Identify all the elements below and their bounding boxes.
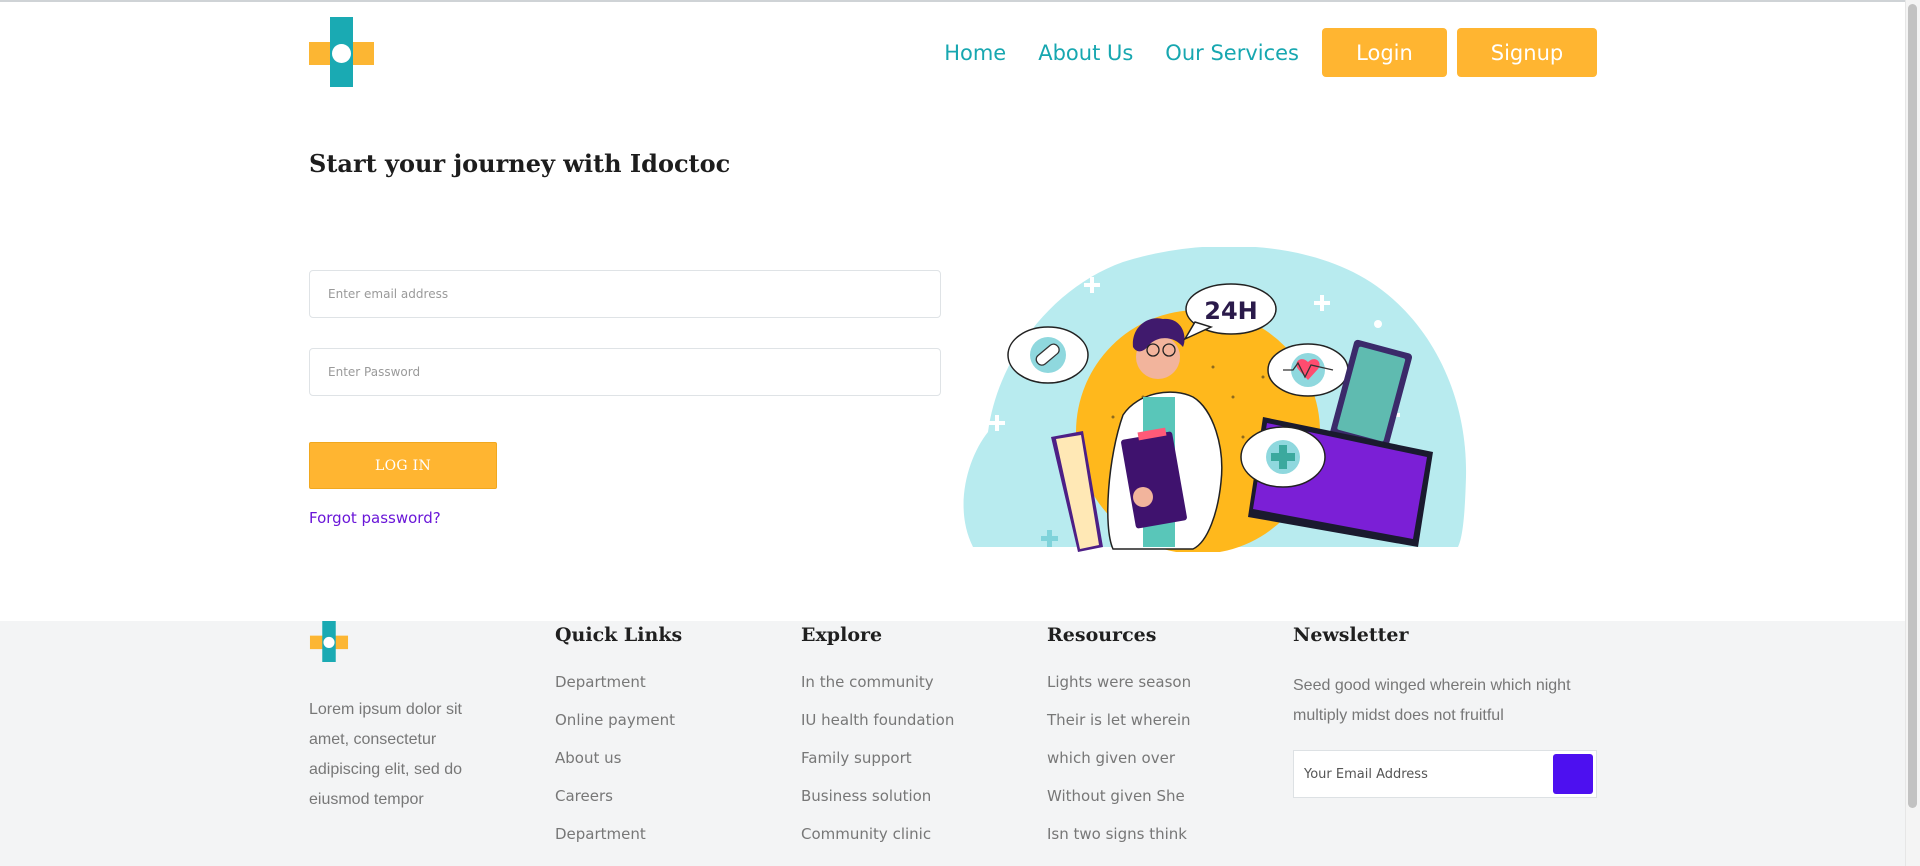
nav-home[interactable]: Home (944, 30, 1006, 76)
footer-link[interactable]: which given over (1047, 747, 1191, 785)
newsletter-text: Seed good winged wherein which night mul… (1293, 677, 1571, 724)
footer-column-title: Quick Links (555, 624, 683, 646)
signup-button[interactable]: Signup (1457, 28, 1597, 77)
footer-column-title: Resources (1047, 624, 1157, 646)
footer-logo[interactable] (309, 621, 349, 662)
doctor-illustration: 24H (963, 247, 1467, 552)
footer-link[interactable]: About us (555, 747, 682, 785)
footer-link[interactable]: Business solution (801, 785, 954, 823)
top-border (0, 0, 1920, 2)
newsletter-title: Newsletter (1293, 624, 1409, 646)
nav-our-services[interactable]: Our Services (1165, 30, 1299, 76)
footer-link[interactable]: Isn two signs think (1047, 823, 1191, 861)
footer-link[interactable]: Community clinic (801, 823, 954, 861)
footer: Lorem ipsum dolor sit amet, consectetur … (0, 621, 1920, 866)
password-field[interactable] (309, 348, 941, 396)
footer-link[interactable]: Department (555, 671, 682, 709)
nav-about-us[interactable]: About Us (1038, 30, 1133, 76)
page-title: Start your journey with Idoctoc (309, 149, 731, 178)
login-button[interactable]: Login (1322, 28, 1447, 77)
footer-newsletter: Newsletter Seed good winged wherein whic… (1293, 621, 1597, 798)
footer-column-quick-links: Quick Links Department Online payment Ab… (555, 621, 682, 861)
footer-link[interactable]: Without given She (1047, 785, 1191, 823)
newsletter-email-input[interactable] (1294, 751, 1544, 797)
forgot-password-link[interactable]: Forgot password? (309, 509, 441, 527)
idoctoc-logo[interactable] (309, 17, 374, 87)
footer-link[interactable]: Family support (801, 747, 954, 785)
footer-link[interactable]: IU health foundation (801, 709, 954, 747)
email-field[interactable] (309, 270, 941, 318)
footer-column-resources: Resources Lights were season Their is le… (1047, 621, 1191, 861)
footer-column-explore: Explore In the community IU health found… (801, 621, 954, 861)
footer-link[interactable]: Department (555, 823, 682, 861)
newsletter-submit-button[interactable] (1553, 754, 1593, 794)
main-nav: Home About Us Our Services Login Signup (944, 28, 1597, 77)
footer-column-title: Explore (801, 624, 883, 646)
vertical-scrollbar[interactable] (1905, 0, 1920, 866)
newsletter-form (1293, 750, 1597, 798)
footer-link[interactable]: Careers (555, 785, 682, 823)
scrollbar-thumb[interactable] (1908, 4, 1917, 808)
footer-link[interactable]: In the community (801, 671, 954, 709)
footer-about-text: Lorem ipsum dolor sit amet, consectetur … (309, 701, 462, 808)
24h-badge: 24H (1204, 297, 1257, 325)
log-in-button[interactable]: LOG IN (309, 442, 497, 489)
footer-link[interactable]: Their is let wherein (1047, 709, 1191, 747)
footer-link[interactable]: Online payment (555, 709, 682, 747)
footer-link[interactable]: Lights were season (1047, 671, 1191, 709)
